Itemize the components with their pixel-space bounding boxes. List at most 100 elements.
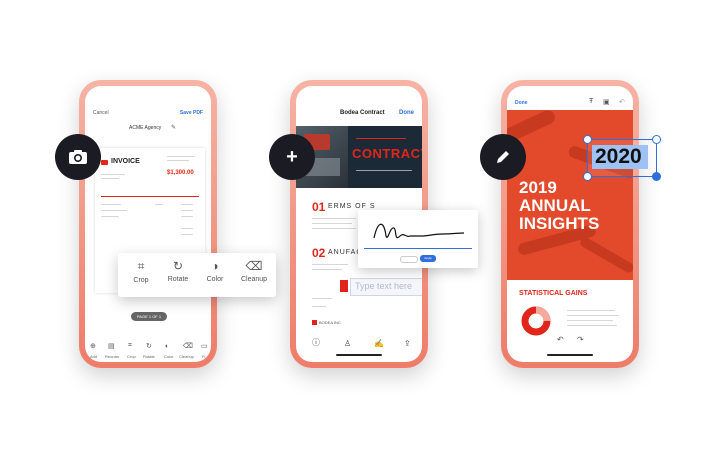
toolbar-crop-label[interactable]: Crop bbox=[127, 354, 136, 359]
eraser-icon[interactable]: ⌫ bbox=[183, 342, 193, 350]
cancel-button[interactable]: Cancel bbox=[93, 110, 109, 116]
done-button[interactable]: Done bbox=[399, 110, 414, 116]
home-indicator bbox=[336, 354, 382, 356]
page-indicator-label: PAGE 1 OF 1 bbox=[136, 314, 162, 319]
info-icon[interactable]: ⓘ bbox=[312, 337, 320, 348]
popup-color-label: Color bbox=[206, 276, 224, 283]
signature-apply-label: Apply bbox=[424, 256, 432, 260]
sign-icon[interactable]: ✍ bbox=[374, 339, 384, 348]
camera-badge[interactable] bbox=[55, 134, 101, 180]
invoice-text-line bbox=[181, 210, 193, 211]
camera-icon bbox=[69, 150, 87, 164]
resize-handle[interactable] bbox=[583, 172, 592, 181]
invoice-text-line bbox=[101, 178, 119, 179]
popup-crop-button[interactable]: ⌗ Crop bbox=[126, 259, 156, 284]
resize-handle[interactable] bbox=[652, 172, 661, 181]
save-pdf-button[interactable]: Save PDF bbox=[180, 110, 203, 116]
invoice-title: INVOICE bbox=[111, 158, 140, 165]
edit-tools-popup: ⌗ Crop ↻ Rotate ◑ Color ⌫ Cleanup bbox=[118, 253, 276, 297]
resize-handle[interactable] bbox=[652, 135, 661, 144]
rotate-icon[interactable]: ↻ bbox=[146, 342, 152, 350]
fill-field-marker[interactable] bbox=[340, 280, 348, 292]
crop-icon: ⌗ bbox=[137, 259, 145, 273]
section-text-line bbox=[312, 264, 348, 265]
signature-apply-button[interactable]: Apply bbox=[420, 255, 436, 262]
popup-cleanup-label: Cleanup bbox=[240, 276, 268, 283]
toolbar-color-label[interactable]: Color bbox=[164, 354, 174, 359]
contract-title: Bodea Contract bbox=[340, 110, 385, 116]
hero-text-line bbox=[356, 138, 406, 139]
color-icon: ◑ bbox=[211, 259, 219, 273]
invoice-text-line bbox=[101, 204, 121, 205]
add-badge[interactable]: + bbox=[269, 134, 315, 180]
invoice-text-line bbox=[181, 216, 193, 217]
hero-text-line bbox=[356, 170, 412, 171]
section-text-line bbox=[567, 315, 619, 316]
section-text-line bbox=[567, 325, 617, 326]
invoice-divider bbox=[101, 196, 199, 197]
edit-pencil-icon[interactable]: ✎ bbox=[171, 124, 176, 131]
phone-scan: Cancel Save PDF ACME Agency ✎ INVOICE $1… bbox=[79, 80, 217, 368]
image-tool-icon[interactable]: ▣ bbox=[603, 98, 610, 106]
contract-hero-banner: CONTRACT bbox=[348, 126, 422, 188]
reorder-icon[interactable]: ▤ bbox=[108, 342, 115, 350]
rotate-icon: ↻ bbox=[172, 259, 184, 273]
invoice-text-line bbox=[101, 210, 127, 211]
signature-popup: Apply bbox=[358, 210, 478, 268]
edit-text-value[interactable]: 2020 bbox=[595, 145, 642, 169]
invoice-text-line bbox=[181, 234, 193, 235]
toolbar-cleanup-label[interactable]: Cleanup bbox=[179, 354, 194, 359]
toolbar-reorder-label[interactable]: Reorder bbox=[105, 354, 119, 359]
invoice-text-line bbox=[101, 216, 119, 217]
footer-brand: BODEA INC bbox=[319, 320, 341, 325]
report-cover: 2019 ANNUAL INSIGHTS bbox=[507, 110, 633, 280]
signature-box[interactable] bbox=[364, 214, 472, 249]
footer-logo-icon bbox=[312, 320, 317, 325]
section-number: 02 bbox=[312, 246, 326, 260]
popup-rotate-button[interactable]: ↻ Rotate bbox=[162, 259, 194, 283]
phone-scan-screen: Cancel Save PDF ACME Agency ✎ INVOICE $1… bbox=[85, 86, 211, 362]
popup-rotate-label: Rotate bbox=[167, 276, 189, 283]
toolbar-add-label[interactable]: Add bbox=[90, 354, 97, 359]
form-line bbox=[312, 306, 326, 307]
file-icon[interactable]: ▭ bbox=[201, 342, 208, 350]
undo-icon[interactable]: ↶ bbox=[619, 98, 625, 106]
person-icon[interactable]: ♙ bbox=[344, 339, 351, 348]
resize-handle[interactable] bbox=[583, 135, 592, 144]
section-text-line bbox=[567, 320, 613, 321]
popup-color-button[interactable]: ◑ Color bbox=[200, 259, 230, 283]
section-text-line bbox=[312, 269, 342, 270]
edit-text-box[interactable]: 2020 bbox=[583, 135, 661, 181]
undo-icon[interactable]: ↶ bbox=[557, 335, 564, 344]
invoice-text-line bbox=[155, 204, 163, 205]
cover-tools-pattern bbox=[578, 235, 633, 275]
plus-icon: + bbox=[286, 146, 298, 168]
redo-icon[interactable]: ↷ bbox=[577, 335, 584, 344]
invoice-text-line bbox=[167, 160, 189, 161]
invoice-text-line bbox=[101, 174, 125, 175]
text-tool-icon[interactable]: Ŧ bbox=[589, 98, 593, 105]
section-number: 01 bbox=[312, 200, 326, 214]
hero-word: CONTRACT bbox=[352, 146, 422, 161]
plus-icon[interactable]: ⊕ bbox=[90, 342, 96, 350]
signature-clear-button[interactable] bbox=[400, 256, 418, 263]
invoice-text-line bbox=[181, 204, 193, 205]
section-text-line bbox=[312, 218, 356, 219]
done-button[interactable]: Done bbox=[515, 100, 528, 106]
invoice-text-line bbox=[167, 156, 195, 157]
invoice-total: $1,300.00 bbox=[167, 170, 194, 176]
type-text-field[interactable]: Type text here bbox=[350, 278, 422, 296]
toolbar-rotate-label[interactable]: Rotate bbox=[143, 354, 155, 359]
signature-drawing bbox=[373, 223, 465, 239]
form-line bbox=[312, 298, 332, 299]
doc-title[interactable]: ACME Agency bbox=[129, 125, 161, 131]
color-icon[interactable]: ◐ bbox=[165, 343, 169, 350]
crop-icon[interactable]: ⌗ bbox=[128, 342, 132, 350]
toolbar-file-label[interactable]: Fi bbox=[202, 354, 205, 359]
cover-heading-line2: INSIGHTS bbox=[519, 214, 600, 233]
edit-badge[interactable] bbox=[480, 134, 526, 180]
invoice-logo-icon bbox=[101, 160, 108, 165]
page-indicator: PAGE 1 OF 1 bbox=[131, 312, 167, 321]
popup-cleanup-button[interactable]: ⌫ Cleanup bbox=[236, 259, 272, 283]
share-icon[interactable]: ⇪ bbox=[404, 339, 411, 348]
